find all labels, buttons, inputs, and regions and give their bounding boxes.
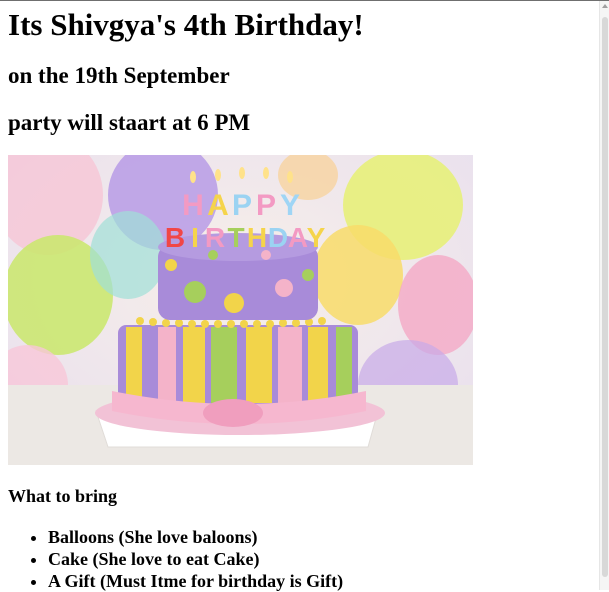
candle-letter-b: B [165, 222, 185, 253]
candle-letter-y: Y [280, 189, 300, 222]
candle-letter-a: A [207, 189, 229, 222]
bring-list: Balloons (She love baloons) Cake (She lo… [8, 526, 343, 592]
candle-letter-y2: Y [307, 222, 326, 253]
candle-letter-t: T [227, 222, 244, 253]
candle-letter-d: D [268, 222, 288, 253]
birthday-cake-illustration: H A P P Y B I R T H D A Y [8, 155, 473, 465]
candle-letter-h2: H [247, 222, 267, 253]
candle-letter-h: H [182, 189, 204, 222]
time-heading: party will staart at 6 PM [8, 110, 251, 135]
list-item: Balloons (She love baloons) [48, 526, 343, 548]
vertical-scrollbar[interactable] [599, 1, 609, 590]
candle-letter-i: I [191, 222, 199, 253]
page-title: Its Shivgya's 4th Birthday! [8, 7, 364, 42]
birthday-cake-image: H A P P Y B I R T H D A Y [8, 155, 473, 465]
candle-letter-p1: P [232, 189, 252, 222]
date-heading: on the 19th September [8, 63, 230, 88]
bring-heading: What to bring [8, 486, 118, 506]
candle-letter-a2: A [288, 222, 308, 253]
scrollbar-thumb[interactable] [602, 17, 608, 577]
candle-letter-p2: P [256, 189, 276, 222]
list-item: Cake (She love to eat Cake) [48, 548, 343, 570]
scroll-up-arrow-icon[interactable] [602, 4, 608, 8]
candle-letter-r: R [205, 222, 225, 253]
